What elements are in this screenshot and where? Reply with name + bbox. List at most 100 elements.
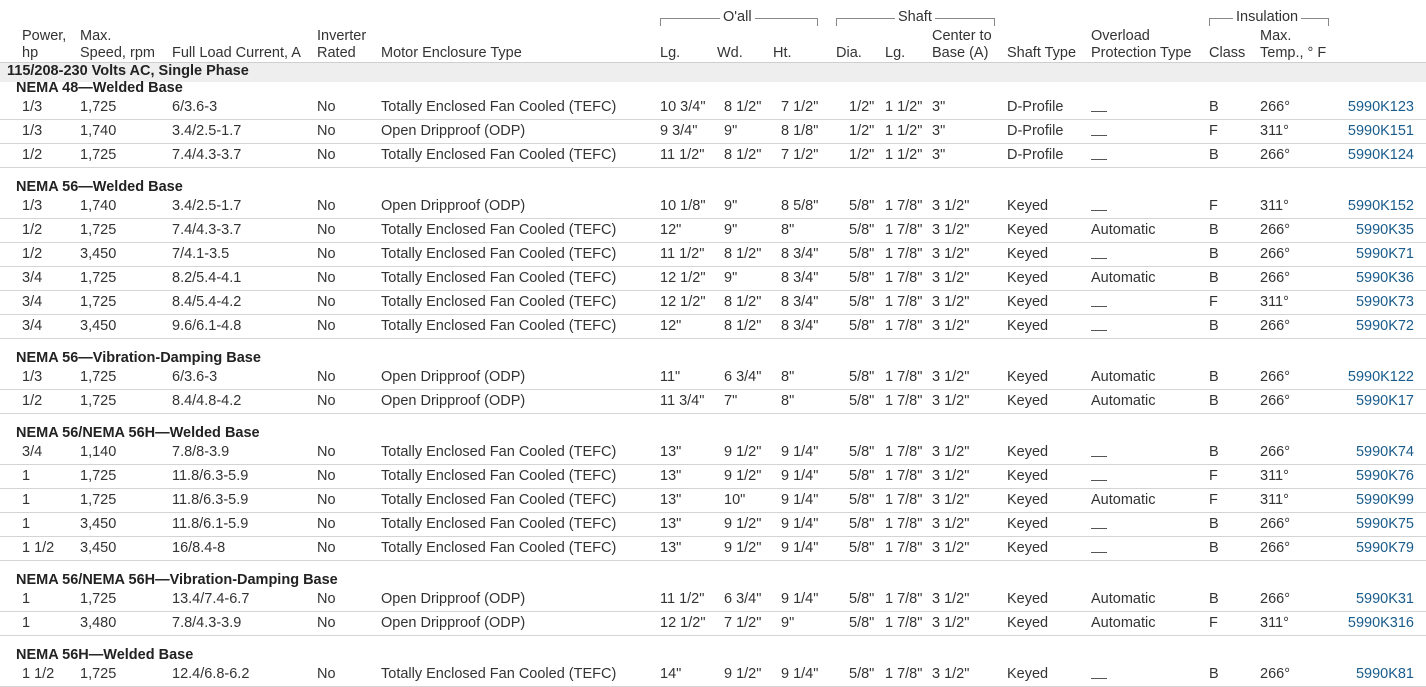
enclosure-cell: Totally Enclosed Fan Cooled (TEFC) — [381, 147, 617, 163]
max-temp-cell: 266° — [1260, 540, 1290, 556]
header-max-temp: Max. Temp., ° F — [1260, 28, 1327, 61]
shaft-type-cell: Keyed — [1007, 294, 1049, 310]
shaft-length-cell: 1 1/2" — [885, 99, 923, 115]
max-temp-cell: 266° — [1260, 393, 1290, 409]
shaft-length-cell: 1 7/8" — [885, 246, 923, 262]
table-row: 3/4 1,140 7.8/8-3.9 No Totally Enclosed Fan … — [0, 441, 1426, 465]
overall-height-cell: 9 1/4" — [781, 516, 819, 532]
part-number-link[interactable]: 5990K151 — [1348, 123, 1414, 140]
part-number-link[interactable]: 5990K122 — [1348, 369, 1414, 386]
enclosure-cell: Totally Enclosed Fan Cooled (TEFC) — [381, 516, 617, 532]
shaft-diameter-cell: 5/8" — [849, 444, 875, 460]
inverter-cell: No — [317, 444, 336, 460]
part-number-link[interactable]: 5990K76 — [1356, 468, 1414, 485]
part-number-link[interactable]: 5990K31 — [1356, 591, 1414, 608]
shaft-diameter-cell: 5/8" — [849, 492, 875, 508]
part-number-link[interactable]: 5990K74 — [1356, 444, 1414, 461]
shaft-length-cell: 1 7/8" — [885, 444, 923, 460]
header-overall-width: Wd. — [717, 45, 743, 61]
overload-none-dash — [1091, 666, 1107, 679]
part-number-link[interactable]: 5990K72 — [1356, 318, 1414, 335]
overall-width-cell: 7" — [724, 393, 738, 409]
table-row: 1/2 3,450 7/4.1-3.5 No Totally Enclosed Fan … — [0, 243, 1426, 267]
shaft-diameter-cell: 5/8" — [849, 393, 875, 409]
part-number-link[interactable]: 5990K79 — [1356, 540, 1414, 557]
part-number-link[interactable]: 5990K81 — [1356, 666, 1414, 683]
part-number-link[interactable]: 5990K152 — [1348, 198, 1414, 215]
overall-length-cell: 12" — [660, 318, 682, 334]
shaft-diameter-cell: 5/8" — [849, 270, 875, 286]
inverter-cell: No — [317, 318, 336, 334]
part-number-link[interactable]: 5990K316 — [1348, 615, 1414, 632]
shaft-length-cell: 1 7/8" — [885, 294, 923, 310]
current-cell: 9.6/6.1-4.8 — [172, 318, 242, 334]
overall-width-cell: 6 3/4" — [724, 591, 762, 607]
current-cell: 6/3.6-3 — [172, 99, 218, 115]
overload-none-dash — [1091, 516, 1107, 529]
overall-length-cell: 11 1/2" — [660, 147, 705, 163]
inverter-cell: No — [317, 591, 336, 607]
header-overall-height: Ht. — [773, 45, 792, 61]
insulation-group-tick-right — [1328, 18, 1329, 26]
speed-cell: 1,740 — [80, 198, 117, 214]
shaft-group-label: Shaft — [895, 9, 935, 25]
insulation-class-cell: F — [1209, 294, 1218, 310]
table-row: 1/3 1,740 3.4/2.5-1.7 No Open Dripproof (ODP… — [0, 120, 1426, 144]
header-current: Full Load Current, A — [172, 45, 301, 61]
power-cell: 1 — [22, 516, 31, 532]
section-title: NEMA 56/NEMA 56H—Vibration-Damping Base — [16, 572, 338, 588]
overall-width-cell: 6 3/4" — [724, 369, 762, 385]
row-divider — [0, 338, 1426, 339]
shaft-length-cell: 1 1/2" — [885, 147, 923, 163]
insulation-class-cell: B — [1209, 246, 1219, 262]
overall-width-cell: 9 1/2" — [724, 540, 762, 556]
part-number-link[interactable]: 5990K17 — [1356, 393, 1414, 410]
current-cell: 7.4/4.3-3.7 — [172, 222, 242, 238]
overall-length-cell: 12 1/2" — [660, 270, 706, 286]
overall-width-cell: 9" — [724, 198, 738, 214]
part-number-link[interactable]: 5990K73 — [1356, 294, 1414, 311]
shaft-length-cell: 1 7/8" — [885, 318, 923, 334]
overload-none-dash — [1091, 147, 1107, 160]
enclosure-cell: Open Dripproof (ODP) — [381, 591, 526, 607]
max-temp-cell: 266° — [1260, 516, 1290, 532]
overall-length-cell: 13" — [660, 468, 682, 484]
center-to-base-cell: 3 1/2" — [932, 591, 970, 607]
current-cell: 13.4/7.4-6.7 — [172, 591, 250, 607]
current-cell: 11.8/6.3-5.9 — [172, 492, 249, 508]
overload-none-dash — [1091, 540, 1107, 553]
overload-none-dash — [1091, 318, 1107, 331]
center-to-base-cell: 3 1/2" — [932, 516, 970, 532]
current-cell: 8.4/5.4-4.2 — [172, 294, 242, 310]
shaft-diameter-cell: 1/2" — [849, 147, 875, 163]
overall-width-cell: 8 1/2" — [724, 246, 762, 262]
speed-cell: 3,450 — [80, 246, 117, 262]
row-divider — [0, 560, 1426, 561]
part-number-link[interactable]: 5990K124 — [1348, 147, 1414, 164]
current-cell: 7.4/4.3-3.7 — [172, 147, 242, 163]
overload-none-dash — [1091, 294, 1107, 307]
part-number-link[interactable]: 5990K36 — [1356, 270, 1414, 287]
header-power: Power, hp — [22, 28, 67, 61]
part-number-link[interactable]: 5990K99 — [1356, 492, 1414, 509]
shaft-diameter-cell: 5/8" — [849, 246, 875, 262]
overall-width-cell: 7 1/2" — [724, 615, 762, 631]
shaft-type-cell: Keyed — [1007, 615, 1049, 631]
speed-cell: 1,725 — [80, 393, 117, 409]
overall-width-cell: 9 1/2" — [724, 468, 762, 484]
shaft-type-cell: Keyed — [1007, 591, 1049, 607]
part-number-link[interactable]: 5990K35 — [1356, 222, 1414, 239]
part-number-link[interactable]: 5990K71 — [1356, 246, 1414, 263]
table-row: 1 1,725 11.8/6.3-5.9 No Totally Enclosed Fan… — [0, 465, 1426, 489]
part-number-link[interactable]: 5990K123 — [1348, 99, 1414, 116]
center-to-base-cell: 3 1/2" — [932, 222, 970, 238]
power-cell: 1/3 — [22, 123, 43, 139]
current-cell: 11.8/6.1-5.9 — [172, 516, 249, 532]
shaft-type-cell: Keyed — [1007, 666, 1049, 682]
overall-width-cell: 8 1/2" — [724, 147, 762, 163]
table-row: 1 1,725 13.4/7.4-6.7 No Open Dripproof (ODP)… — [0, 588, 1426, 612]
insulation-class-cell: B — [1209, 540, 1219, 556]
overload-cell: Automatic — [1091, 270, 1156, 286]
part-number-link[interactable]: 5990K75 — [1356, 516, 1414, 533]
insulation-class-cell: B — [1209, 222, 1219, 238]
